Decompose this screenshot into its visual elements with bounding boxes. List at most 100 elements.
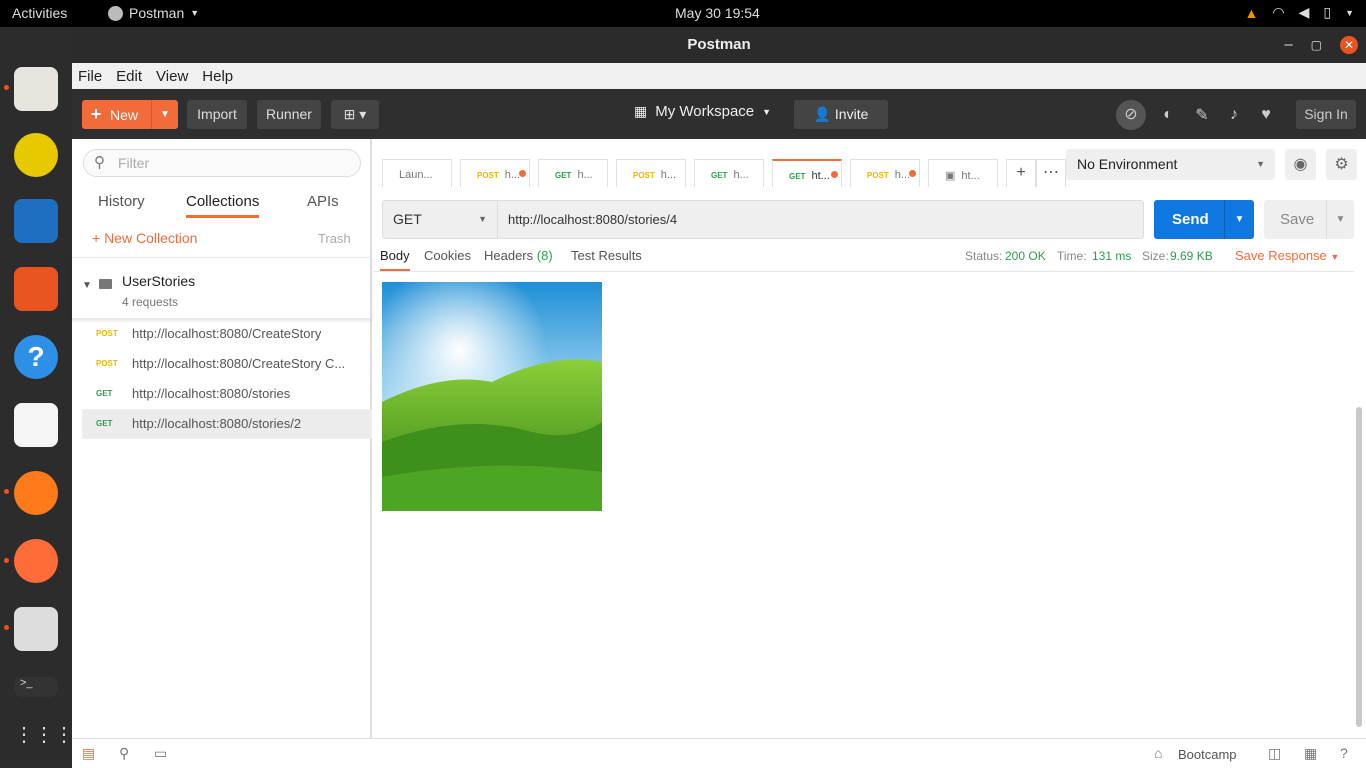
new-window-icon[interactable]: ⊞ ▾ [331,100,379,129]
new-dropdown-icon[interactable]: ▼ [151,100,178,129]
new-tab-button[interactable]: + [1006,159,1036,187]
rhythmbox-icon[interactable] [14,133,58,177]
headers-count: (8) [536,248,553,263]
request-url: http://localhost:8080/CreateStory C... [132,356,346,371]
tab-apis[interactable]: APIs [307,193,339,210]
bell-icon[interactable]: ♪ [1222,106,1246,124]
request-tab[interactable]: GET h... [538,159,608,187]
url-input[interactable]: http://localhost:8080/stories/4 [498,200,1144,239]
request-item[interactable]: GET http://localhost:8080/stories/2 [82,409,372,439]
text-editor-icon[interactable] [14,403,58,447]
runner-button[interactable]: Runner [257,100,321,129]
request-tab[interactable]: GET h... [694,159,764,187]
save-button[interactable]: Save ▼ [1264,200,1354,239]
folder-icon [99,279,112,289]
send-label: Send [1172,211,1209,228]
system-tray[interactable]: ▲ ◠ ◀ ▯ ▼ [1245,4,1355,21]
image-viewer-icon[interactable] [14,607,58,651]
send-dropdown-icon[interactable]: ▼ [1224,200,1254,239]
request-tab-active[interactable]: GET ht... [772,159,842,187]
trash-button[interactable]: Trash [318,231,351,246]
new-collection-button[interactable]: + New Collection [92,230,197,246]
chevron-down-icon: ▼ [1256,159,1265,169]
minimize-icon[interactable]: – [1284,27,1292,63]
collection-name: UserStories [122,273,196,289]
help-icon[interactable]: ? [1340,745,1348,761]
collection-item[interactable]: ▼ UserStories 4 requests [72,257,372,319]
menu-edit[interactable]: Edit [116,68,142,85]
tab-headers[interactable]: Headers (8) [484,248,553,263]
plus-icon: + [90,104,102,124]
response-bar: Body Cookies Headers (8) Test Results St… [374,246,1354,272]
request-tab[interactable]: POST h... [460,159,530,187]
caret-down-icon[interactable]: ▼ [82,280,92,291]
more-tabs-icon[interactable]: ⋯ [1036,159,1066,187]
invite-label: Invite [834,106,869,122]
menu-help[interactable]: Help [202,68,233,85]
header-toolbar: + New ▼ Import Runner ⊞ ▾ ▦ My Workspace… [72,89,1366,139]
environment-selector[interactable]: No Environment ▼ [1066,149,1275,180]
wrench-icon[interactable]: ✎ [1190,105,1214,125]
filter-input[interactable]: ⚲ Filter [83,149,361,177]
request-item[interactable]: POST http://localhost:8080/CreateStory C… [82,349,372,379]
request-tab[interactable]: POST h... [616,159,686,187]
chevron-down-icon: ▼ [478,214,487,224]
size-value: 9.69 KB [1170,249,1213,263]
clock[interactable]: May 30 19:54 [675,5,760,21]
close-icon[interactable]: ✕ [1340,36,1358,54]
save-response-button[interactable]: Save Response ▼ [1235,248,1339,263]
sync-off-icon[interactable]: ⊘ [1116,100,1146,130]
request-item[interactable]: GET http://localhost:8080/stories [82,379,372,409]
firefox-icon[interactable] [14,471,58,515]
sign-in-button[interactable]: Sign In [1296,100,1356,129]
satellite-icon[interactable]: ◐ [1154,106,1182,124]
tab-cookies[interactable]: Cookies [424,248,471,263]
sidebar-toggle-icon[interactable]: ▤ [82,745,95,762]
tab-collections[interactable]: Collections [186,193,260,218]
tab-body[interactable]: Body [380,248,410,271]
find-icon[interactable]: ⚲ [119,745,129,762]
new-button[interactable]: + New ▼ [82,100,178,129]
activities-button[interactable]: Activities [12,5,67,21]
help-icon[interactable]: ? [14,335,58,379]
request-item[interactable]: POST http://localhost:8080/CreateStory [82,319,372,349]
libreoffice-writer-icon[interactable] [14,199,58,243]
invite-button[interactable]: 👤 Invite [794,100,888,129]
window-titlebar: Postman – ▢ ✕ [72,27,1366,63]
gear-icon[interactable]: ⚙ [1326,149,1357,180]
maximize-icon[interactable]: ▢ [1311,27,1322,63]
tab-label: Laun... [399,169,433,181]
postman-icon[interactable] [14,539,58,583]
request-tabs: Laun... POST h... GET h... POST h... GET h..… [382,159,1066,187]
console-icon[interactable]: ▭ [154,745,167,762]
app-menu[interactable]: Postman ▼ [108,5,199,21]
tab-test-results[interactable]: Test Results [571,248,642,263]
heart-icon[interactable]: ♥ [1254,106,1278,124]
import-button[interactable]: Import [187,100,247,129]
app-menu-label: Postman [129,5,185,21]
workspace-selector[interactable]: ▦ My Workspace ▼ [634,103,771,120]
response-scrollbar[interactable] [1356,407,1362,727]
bootcamp-button[interactable]: Bootcamp [1178,747,1237,762]
two-pane-icon[interactable]: ◫ [1268,745,1281,762]
method-select[interactable]: GET ▼ [382,200,498,239]
request-tab[interactable]: Laun... [382,159,452,187]
menu-file[interactable]: File [78,68,102,85]
method-badge: POST [96,329,118,338]
wifi-icon: ◠ [1272,4,1285,20]
terminal-icon[interactable]: >_ [14,677,58,697]
files-icon[interactable] [14,67,58,111]
keyboard-shortcuts-icon[interactable]: ▦ [1304,745,1317,762]
request-tab[interactable]: POST h... [850,159,920,187]
request-tab[interactable]: ▣ ht... [928,159,998,187]
software-center-icon[interactable] [14,267,58,311]
save-dropdown-icon[interactable]: ▼ [1326,200,1354,239]
vlc-icon[interactable]: ▲ [1245,5,1259,21]
send-button[interactable]: Send ▼ [1154,200,1254,239]
show-applications-icon[interactable]: ⋮⋮⋮ [14,713,74,757]
sidebar-tabs: History Collections APIs [72,193,372,218]
system-top-bar: Activities Postman ▼ May 30 19:54 ▲ ◠ ◀ ▯… [0,0,1366,27]
menu-view[interactable]: View [156,68,188,85]
tab-history[interactable]: History [98,193,145,210]
eye-icon[interactable]: ◉ [1285,149,1316,180]
